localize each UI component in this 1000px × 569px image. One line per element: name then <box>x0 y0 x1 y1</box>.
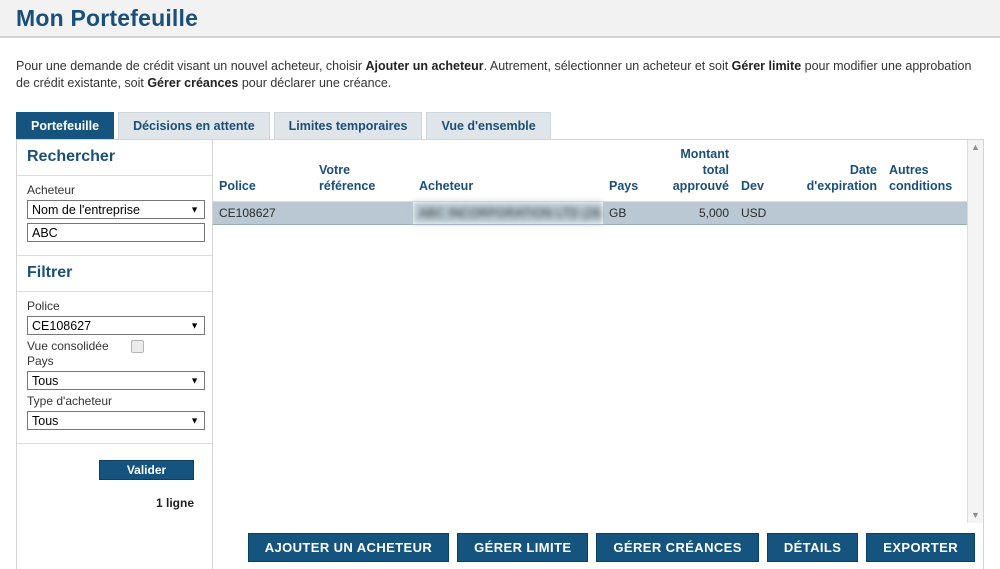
table-header-row: Police Votre référence Acheteur Pays Mon… <box>213 140 967 202</box>
pays-select[interactable]: Tous ▼ <box>27 371 205 390</box>
column-header-police[interactable]: Police <box>213 140 313 202</box>
portfolio-table: Police Votre référence Acheteur Pays Mon… <box>213 140 967 225</box>
acheteur-search-input-value: ABC <box>32 225 58 240</box>
tab-bar: Portefeuille Décisions en attente Limite… <box>16 112 1000 139</box>
sidebar-footer: Valider 1 ligne <box>17 444 212 569</box>
exporter-button[interactable]: EXPORTER <box>866 532 975 562</box>
gerer-creances-button[interactable]: GÉRER CRÉANCES <box>596 532 759 562</box>
scroll-down-icon[interactable]: ▼ <box>971 511 980 520</box>
portfolio-grid-area: Police Votre référence Acheteur Pays Mon… <box>213 140 984 569</box>
page-title: Mon Portefeuille <box>16 4 199 31</box>
cell-dev: USD <box>735 201 783 225</box>
intro-bold-gerer-limite: Gérer limite <box>731 59 802 73</box>
column-header-pays[interactable]: Pays <box>603 140 655 202</box>
vue-consolidee-row: Vue consolidée <box>27 339 202 353</box>
cell-date-expiration <box>783 201 883 225</box>
filter-section: Police CE108627 ▼ Vue consolidée Pays To… <box>17 292 212 444</box>
intro-text-4: pour déclarer une créance. <box>238 76 392 90</box>
filter-sidebar: Rechercher Acheteur Nom de l'entreprise … <box>16 140 213 569</box>
cell-autres-conditions <box>883 201 967 225</box>
vue-consolidee-label: Vue consolidée <box>27 339 109 353</box>
police-select-value: CE108627 <box>32 318 92 333</box>
table-row[interactable]: CE108627 ABC INCORPORATION LTD (26... GB… <box>213 201 967 225</box>
acheteur-type-select-value: Nom de l'entreprise <box>32 202 140 217</box>
tab-limites-temporaires[interactable]: Limites temporaires <box>273 112 423 139</box>
grid-inner: Police Votre référence Acheteur Pays Mon… <box>213 140 967 523</box>
action-button-bar: AJOUTER UN ACHETEUR GÉRER LIMITE GÉRER C… <box>213 523 983 569</box>
cell-montant-total-approuve: 5,000 <box>655 201 735 225</box>
intro-text-1: Pour une demande de crédit visant un nou… <box>16 59 366 73</box>
vue-consolidee-checkbox[interactable] <box>130 339 144 353</box>
scroll-up-icon[interactable]: ▲ <box>971 143 980 152</box>
search-section-title: Rechercher <box>17 140 212 176</box>
column-header-acheteur[interactable]: Acheteur <box>413 140 603 202</box>
acheteur-search-input[interactable]: ABC <box>27 223 205 242</box>
column-header-autres-conditions[interactable]: Autres conditions <box>883 140 967 202</box>
column-header-dev[interactable]: Dev <box>735 140 783 202</box>
row-count-label: 1 ligne <box>155 496 194 510</box>
tab-portefeuille[interactable]: Portefeuille <box>16 112 115 139</box>
acheteur-label: Acheteur <box>27 183 76 197</box>
main-body: Rechercher Acheteur Nom de l'entreprise … <box>16 139 984 569</box>
column-header-date-expiration[interactable]: Date d'expiration <box>783 140 883 202</box>
chevron-down-icon: ▼ <box>190 415 199 425</box>
chevron-down-icon: ▼ <box>190 320 199 330</box>
pays-select-value: Tous <box>32 373 59 388</box>
gerer-limite-button[interactable]: GÉRER LIMITE <box>457 532 589 562</box>
intro-bold-gerer-creances: Gérer créances <box>147 76 239 90</box>
type-acheteur-select[interactable]: Tous ▼ <box>27 411 205 430</box>
acheteur-type-select[interactable]: Nom de l'entreprise ▼ <box>27 200 205 219</box>
cell-votre-reference <box>313 201 413 225</box>
ajouter-un-acheteur-button[interactable]: AJOUTER UN ACHETEUR <box>247 532 450 562</box>
search-section: Acheteur Nom de l'entreprise ▼ ABC <box>17 176 212 256</box>
intro-paragraph: Pour une demande de crédit visant un nou… <box>16 58 984 92</box>
filter-section-title: Filtrer <box>17 256 212 292</box>
police-label: Police <box>27 299 60 313</box>
tab-vue-d-ensemble[interactable]: Vue d'ensemble <box>426 112 551 139</box>
chevron-down-icon: ▼ <box>190 204 199 214</box>
type-acheteur-select-value: Tous <box>32 413 59 428</box>
pays-label: Pays <box>27 354 54 368</box>
intro-text-2: . Autrement, sélectionner un acheteur et… <box>483 59 732 73</box>
chevron-down-icon: ▼ <box>190 375 199 385</box>
type-acheteur-label: Type d'acheteur <box>27 394 113 408</box>
cell-pays: GB <box>603 201 655 225</box>
cell-acheteur: ABC INCORPORATION LTD (26... <box>413 201 603 225</box>
grid-scroll-container: Police Votre référence Acheteur Pays Mon… <box>213 140 983 523</box>
details-button[interactable]: DÉTAILS <box>766 532 859 562</box>
column-header-montant-total-approuve[interactable]: Montant total approuvé <box>655 140 735 202</box>
valider-button[interactable]: Valider <box>99 460 194 480</box>
table-vertical-scrollbar[interactable]: ▲ ▼ <box>967 140 983 523</box>
cell-police: CE108627 <box>213 201 313 225</box>
intro-bold-ajouter-un-acheteur: Ajouter un acheteur <box>365 59 484 73</box>
page-header: Mon Portefeuille <box>0 0 1000 38</box>
police-select[interactable]: CE108627 ▼ <box>27 316 205 335</box>
tab-decisions-en-attente[interactable]: Décisions en attente <box>118 112 270 139</box>
column-header-votre-reference[interactable]: Votre référence <box>313 140 413 202</box>
